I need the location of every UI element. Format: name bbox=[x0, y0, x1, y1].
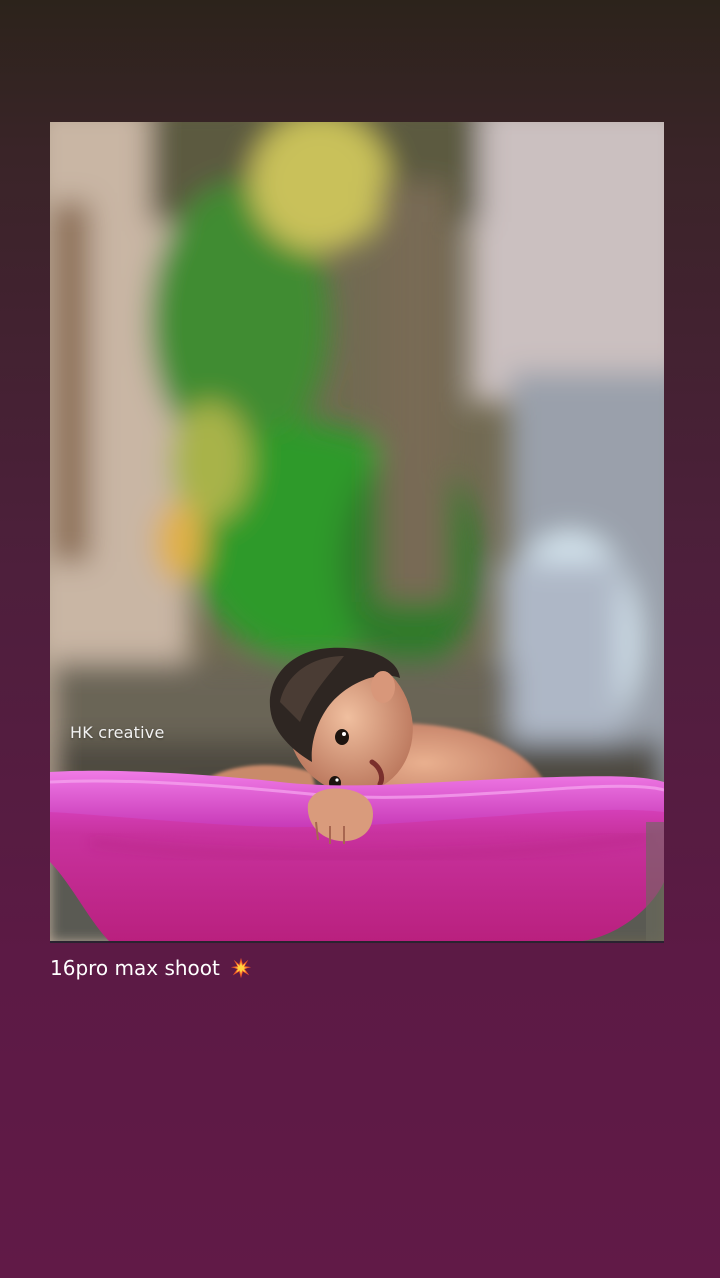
caption-text: 16pro max shoot bbox=[50, 956, 220, 980]
photo-bottom-border bbox=[50, 941, 664, 943]
story-photo: HK creative bbox=[50, 122, 664, 942]
photo-image bbox=[50, 122, 664, 942]
collision-spark-icon bbox=[230, 957, 252, 979]
watermark-text: HK creative bbox=[70, 723, 165, 742]
story-caption: 16pro max shoot bbox=[50, 956, 252, 980]
